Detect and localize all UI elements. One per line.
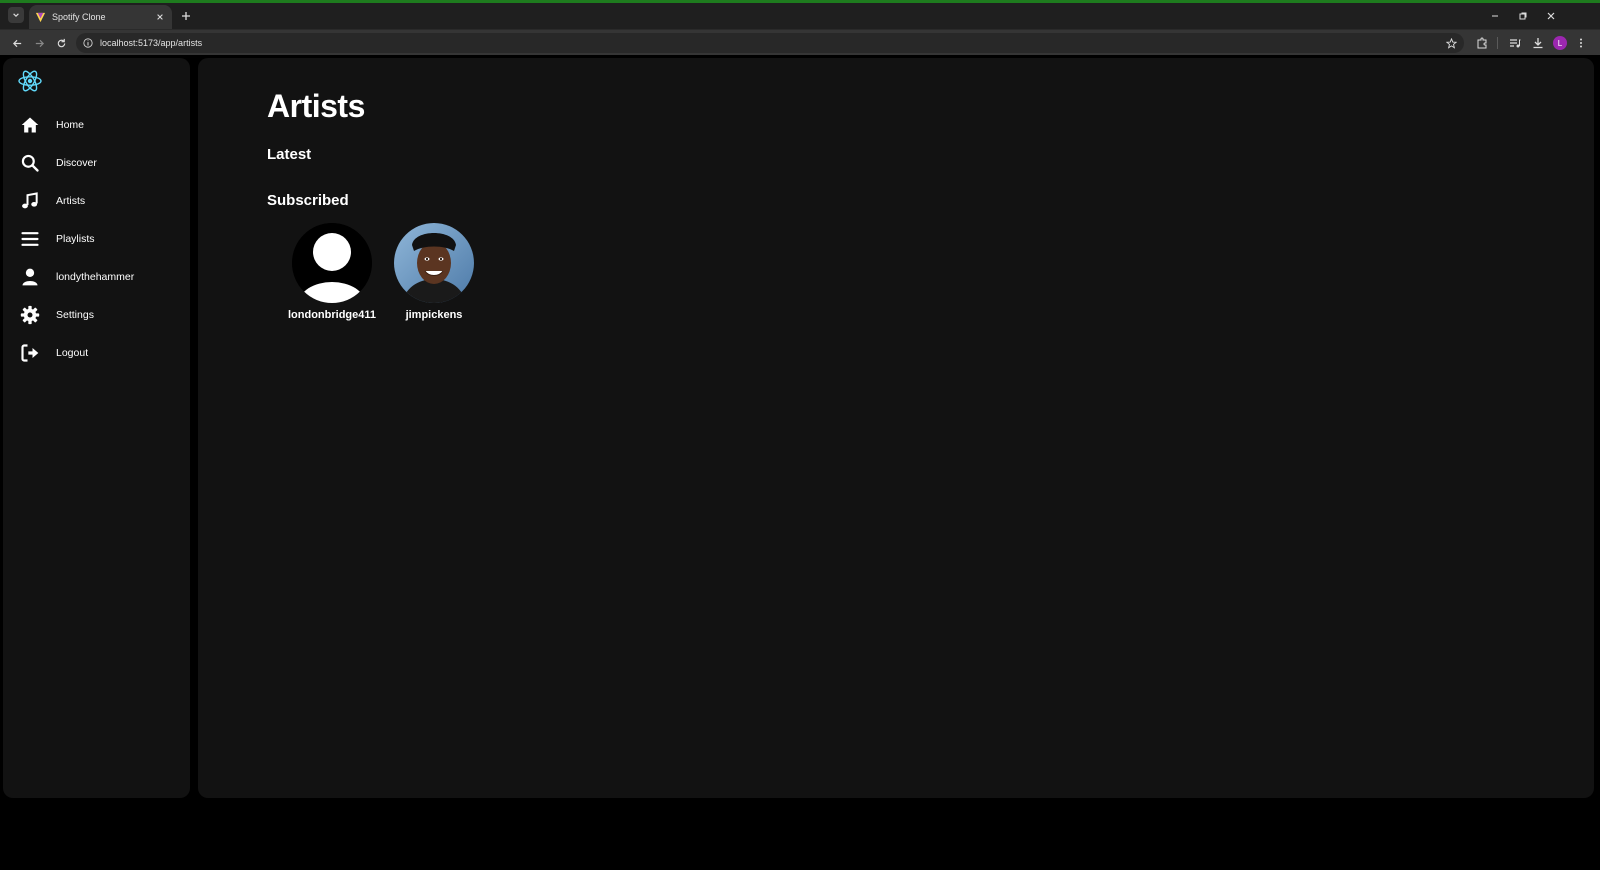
restore-button[interactable] bbox=[1516, 9, 1530, 23]
tab-search-button[interactable] bbox=[8, 7, 24, 23]
new-tab-button[interactable] bbox=[178, 8, 194, 24]
arrow-right-icon bbox=[35, 39, 44, 47]
close-tab-icon[interactable] bbox=[154, 11, 166, 23]
sidebar-item-logout[interactable]: Logout bbox=[3, 334, 190, 372]
user-icon bbox=[18, 265, 42, 289]
sidebar-item-label: Playlists bbox=[56, 233, 95, 245]
home-icon bbox=[18, 113, 42, 137]
sidebar-item-label: Home bbox=[56, 119, 85, 131]
sidebar-item-label: Logout bbox=[56, 347, 89, 359]
sidebar-nav: Home Discover Artists Playlists londythe… bbox=[3, 106, 190, 372]
logout-icon bbox=[18, 341, 42, 365]
chevron-down-icon bbox=[13, 13, 19, 18]
kebab-menu-icon bbox=[1580, 38, 1582, 48]
artist-name: jimpickens bbox=[405, 309, 463, 321]
app-root: Home Discover Artists Playlists londythe… bbox=[0, 56, 1600, 870]
list-icon bbox=[18, 227, 42, 251]
sidebar-item-label: Settings bbox=[56, 309, 94, 321]
site-info-icon[interactable] bbox=[82, 37, 94, 49]
artist-card[interactable]: jimpickens bbox=[394, 223, 474, 321]
browser-toolbar: localhost:5173/app/artists L bbox=[0, 29, 1600, 55]
puzzle-icon bbox=[1477, 37, 1487, 49]
plus-icon bbox=[182, 12, 190, 20]
sidebar: Home Discover Artists Playlists londythe… bbox=[3, 58, 190, 798]
arrow-left-icon bbox=[12, 39, 21, 47]
browser-menu-button[interactable] bbox=[1573, 35, 1589, 51]
tab-title: Spotify Clone bbox=[52, 12, 106, 22]
sidebar-item-label: londythehammer bbox=[56, 271, 135, 283]
media-controls-button[interactable] bbox=[1507, 35, 1523, 51]
tab-strip: Spotify Clone bbox=[0, 3, 1600, 29]
sidebar-item-label: Discover bbox=[56, 157, 97, 169]
forward-button[interactable] bbox=[31, 35, 47, 51]
queue-music-icon bbox=[1510, 39, 1521, 48]
spotify-clone-favicon bbox=[35, 12, 46, 22]
artist-avatar-default[interactable] bbox=[292, 223, 372, 303]
sidebar-item-profile[interactable]: londythehammer bbox=[3, 258, 190, 296]
artist-name: londonbridge411 bbox=[288, 309, 377, 321]
close-icon bbox=[1547, 12, 1555, 20]
profile-avatar-button[interactable]: L bbox=[1553, 36, 1567, 50]
sidebar-item-home[interactable]: Home bbox=[3, 106, 190, 144]
downloads-button[interactable] bbox=[1530, 35, 1546, 51]
minimize-button[interactable] bbox=[1488, 9, 1502, 23]
url-text: localhost:5173/app/artists bbox=[100, 38, 203, 48]
sidebar-item-playlists[interactable]: Playlists bbox=[3, 220, 190, 258]
gear-icon bbox=[18, 303, 42, 327]
search-icon bbox=[18, 151, 42, 175]
default-user-avatar-icon bbox=[292, 223, 372, 303]
minimize-icon bbox=[1492, 15, 1498, 17]
artist-card[interactable]: londonbridge411 bbox=[288, 223, 376, 321]
reload-icon bbox=[57, 38, 65, 47]
toolbar-divider bbox=[1497, 37, 1498, 49]
section-title-latest: Latest bbox=[267, 146, 312, 163]
restore-icon bbox=[1519, 12, 1527, 20]
reload-button[interactable] bbox=[53, 35, 69, 51]
sidebar-item-label: Artists bbox=[56, 195, 86, 207]
back-button[interactable] bbox=[9, 35, 25, 51]
close-window-button[interactable] bbox=[1544, 9, 1558, 23]
react-logo-icon[interactable] bbox=[17, 68, 43, 94]
extensions-button[interactable] bbox=[1474, 35, 1490, 51]
bookmark-star-icon[interactable] bbox=[1444, 36, 1458, 50]
address-bar[interactable]: localhost:5173/app/artists bbox=[76, 33, 1464, 53]
page-title: Artists bbox=[267, 88, 365, 124]
sidebar-item-artists[interactable]: Artists bbox=[3, 182, 190, 220]
section-title-subscribed: Subscribed bbox=[267, 192, 349, 209]
download-icon bbox=[1533, 38, 1543, 49]
sidebar-item-settings[interactable]: Settings bbox=[3, 296, 190, 334]
browser-tab-active[interactable]: Spotify Clone bbox=[29, 5, 172, 29]
subscribed-artists-list: londonbridge411 jimpickens bbox=[288, 223, 474, 321]
artist-photo-image bbox=[394, 223, 474, 303]
music-note-icon bbox=[18, 189, 42, 213]
main-content: Artists Latest Subscribed londonbridge41… bbox=[198, 58, 1594, 798]
artist-avatar-photo[interactable] bbox=[394, 223, 474, 303]
sidebar-item-discover[interactable]: Discover bbox=[3, 144, 190, 182]
